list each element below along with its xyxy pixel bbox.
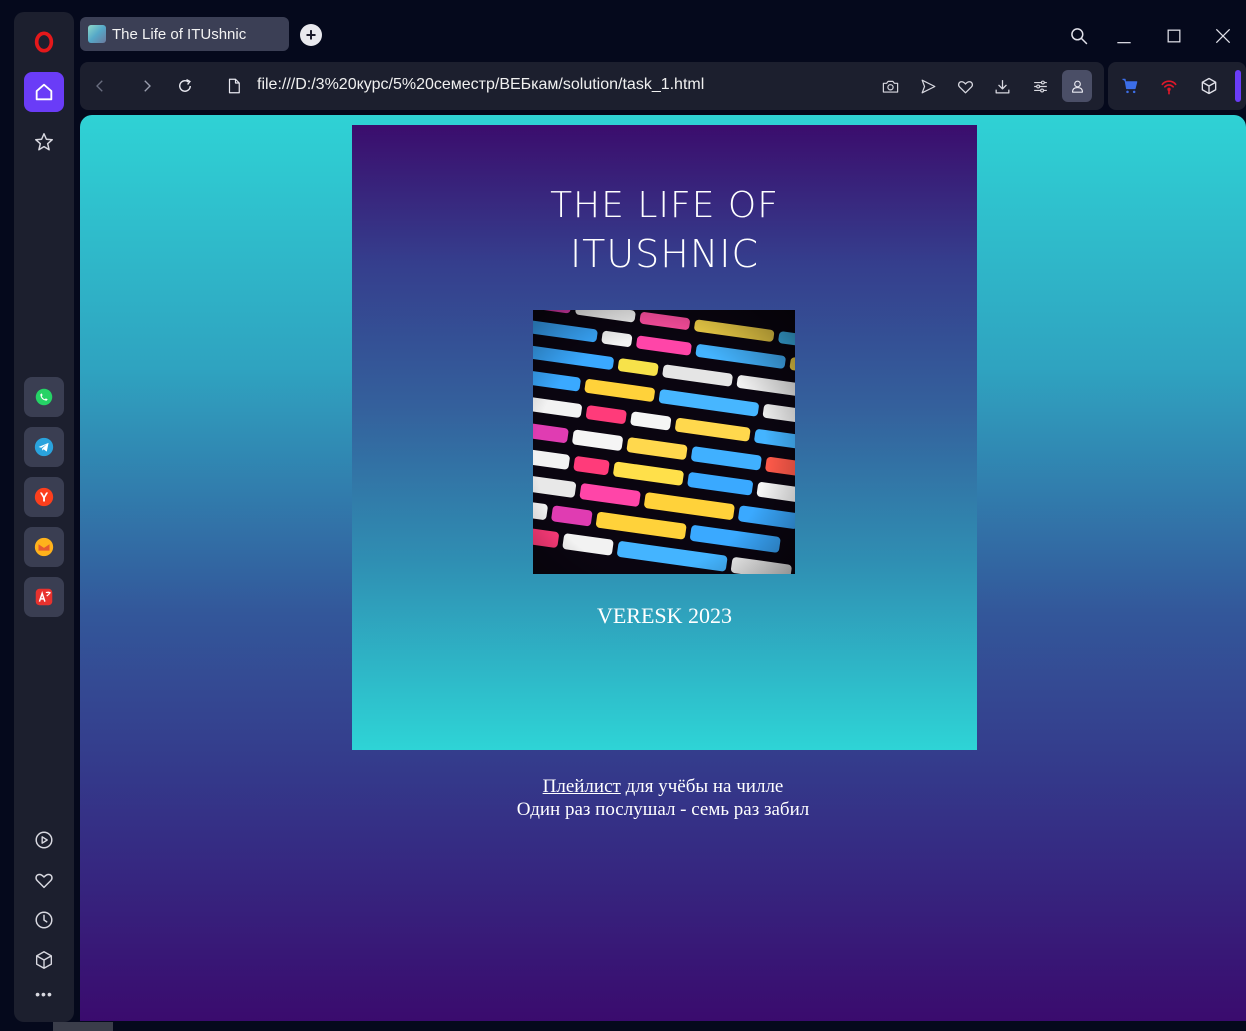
more-icon[interactable]: ••• (24, 978, 64, 1010)
minimize-button[interactable] (1110, 22, 1138, 50)
file-icon (222, 74, 246, 98)
forward-arrow-icon[interactable] (135, 74, 159, 98)
sidebar-accent-indicator (1235, 70, 1241, 102)
caption-line1: Плейлист для учёбы на чилле (80, 775, 1246, 798)
address-bar: file:///D:/3%20курс/5%20семестр/ВЕБкам/s… (80, 62, 1104, 110)
whatsapp-icon[interactable] (24, 377, 64, 417)
cover-title: THE LIFE OF ITUSHNIC (352, 185, 977, 276)
cover-author: VERESK 2023 (596, 603, 733, 628)
album-cover: THE LIFE OF ITUSHNIC VERESK 2023 (352, 125, 977, 750)
tab-search-icon[interactable] (1065, 22, 1093, 50)
easy-setup-icon[interactable] (1028, 74, 1052, 98)
yandex-letter: Y (40, 490, 49, 505)
opera-logo-icon[interactable] (24, 22, 64, 62)
download-icon[interactable] (990, 74, 1014, 98)
vpn-wifi-icon[interactable] (1157, 74, 1181, 98)
translator-icon[interactable] (24, 577, 64, 617)
caption-line2: Один раз послушал - семь раз забил (516, 799, 810, 820)
page-caption: Плейлист для учёбы на чилле Один раз пос… (80, 775, 1246, 821)
telegram-icon[interactable] (24, 427, 64, 467)
playlist-link[interactable]: Плейлист (543, 776, 621, 797)
close-window-button[interactable] (1209, 22, 1237, 50)
url-field[interactable]: file:///D:/3%20курс/5%20семестр/ВЕБкам/s… (257, 76, 704, 94)
opera-sidebar: Y ••• (14, 12, 74, 1022)
maximize-button[interactable] (1160, 22, 1188, 50)
new-tab-button[interactable]: + (300, 24, 322, 46)
page-viewport: THE LIFE OF ITUSHNIC VERESK 2023 Плейлис… (80, 115, 1246, 1021)
tab-active[interactable]: The Life of ITUshnic (80, 17, 289, 51)
player-icon[interactable] (24, 820, 64, 860)
mail-icon[interactable] (24, 527, 64, 567)
shopping-cart-icon[interactable] (1118, 74, 1142, 98)
send-icon[interactable] (916, 74, 940, 98)
star-icon[interactable] (24, 122, 64, 162)
cover-title-line1: THE LIFE OF (550, 185, 779, 226)
back-arrow-icon[interactable] (88, 74, 112, 98)
extensions-bar (1108, 62, 1246, 110)
yandex-icon[interactable]: Y (24, 477, 64, 517)
cover-title-line2: ITUSHNIC (569, 232, 760, 276)
horizontal-scrollbar[interactable] (53, 1022, 113, 1031)
profile-icon[interactable] (1062, 70, 1092, 102)
snapshot-camera-icon[interactable] (878, 74, 902, 98)
reload-icon[interactable] (173, 74, 197, 98)
tab-title: The Life of ITUshnic (112, 25, 247, 43)
heart-icon[interactable] (24, 860, 64, 900)
cube-icon[interactable] (24, 940, 64, 980)
home-icon[interactable] (24, 72, 64, 112)
caption-line1-rest: для учёбы на чилле (620, 776, 784, 797)
code-screen-image (533, 310, 795, 574)
favorite-heart-icon[interactable] (953, 74, 977, 98)
tab-favicon-icon (88, 25, 106, 43)
history-clock-icon[interactable] (24, 900, 64, 940)
extensions-cube-icon[interactable] (1197, 74, 1221, 98)
